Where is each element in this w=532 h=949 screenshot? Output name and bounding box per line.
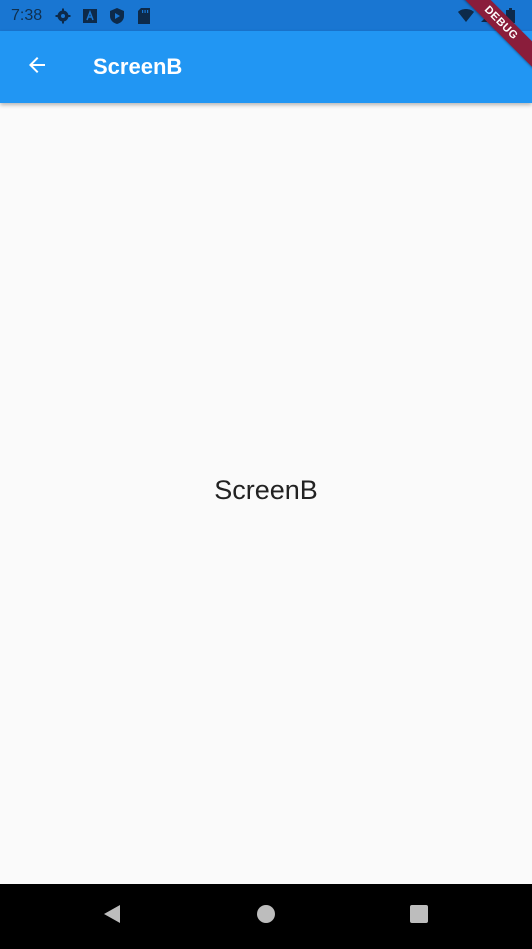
nav-recents-button[interactable] bbox=[407, 904, 431, 928]
back-button[interactable] bbox=[9, 39, 65, 95]
navigation-bar bbox=[0, 884, 532, 949]
screen: 7:38 ScreenB DEBUG ScreenB bbox=[0, 0, 532, 949]
back-triangle-icon bbox=[102, 904, 122, 929]
home-circle-icon bbox=[256, 904, 276, 929]
status-time: 7:38 bbox=[11, 6, 43, 24]
sd-card-icon bbox=[136, 7, 152, 24]
screen-body-text: ScreenB bbox=[214, 475, 318, 505]
settings-icon bbox=[55, 8, 71, 24]
page-title: ScreenB bbox=[93, 54, 183, 79]
shield-icon bbox=[109, 7, 125, 24]
nav-home-button[interactable] bbox=[254, 904, 278, 928]
a-box-icon bbox=[82, 8, 98, 24]
app-bar: ScreenB bbox=[0, 31, 532, 103]
wifi-icon bbox=[458, 7, 474, 23]
nav-back-button[interactable] bbox=[100, 904, 124, 928]
status-bar: 7:38 bbox=[0, 0, 532, 31]
arrow-back-icon bbox=[25, 53, 49, 82]
recents-square-icon bbox=[409, 904, 429, 929]
